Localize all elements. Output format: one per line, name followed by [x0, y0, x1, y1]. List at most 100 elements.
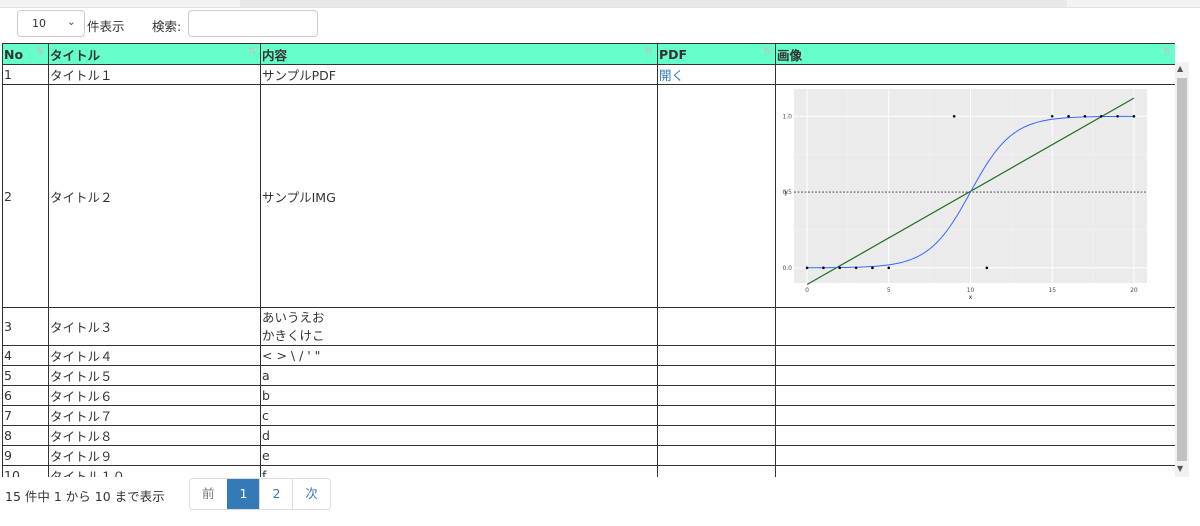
cell-title: タイトル１０	[48, 465, 261, 477]
column-header-pdf[interactable]: PDF ⇅	[657, 43, 776, 65]
top-strip-bar	[240, 0, 1067, 7]
scrollbar-thumb[interactable]	[1177, 78, 1187, 461]
table-row: 1 タイトル１ サンプルPDF 開く	[2, 64, 1175, 85]
cell-title: タイトル７	[48, 405, 261, 426]
x-axis-label: x	[969, 293, 973, 301]
cell-content: f	[260, 465, 658, 477]
sort-arrows-icon: ⇅	[644, 46, 654, 57]
cell-title: タイトル２	[48, 84, 261, 308]
cell-pdf	[657, 365, 776, 386]
cell-pdf	[657, 405, 776, 426]
column-header-label: 内容	[262, 47, 288, 63]
cell-title: タイトル５	[48, 365, 261, 386]
prev-page-button[interactable]: 前	[190, 479, 227, 509]
data-point	[871, 266, 874, 270]
y-tick-label: 1.0	[782, 113, 792, 120]
data-point	[887, 266, 891, 270]
column-header-label: タイトル	[50, 47, 101, 63]
page-length-label: 件表示	[87, 19, 125, 34]
cell-no: 4	[2, 345, 49, 366]
page-button-2[interactable]: 2	[259, 479, 293, 509]
cell-pdf: 開く	[657, 64, 776, 85]
cell-image: 0 5 10 15 20 0.0 0.5 1.0 x y	[775, 84, 1175, 308]
data-table: No ⇅ タイトル ⇅ 内容 ⇅ PDF ⇅ 画像 ⇅ 1 タイトル１ サンプルPDF 開…	[2, 43, 1175, 477]
cell-title: タイトル８	[48, 425, 261, 446]
content-line: あいうえお	[262, 309, 325, 325]
data-point	[854, 266, 858, 270]
cell-no: 3	[2, 307, 49, 346]
cell-content: < > \ / ' "	[260, 345, 658, 366]
cell-pdf	[657, 445, 776, 466]
data-point	[1099, 114, 1103, 118]
cell-pdf	[657, 84, 776, 308]
next-page-button[interactable]: 次	[292, 479, 330, 509]
sort-arrows-icon: ⇅	[1162, 46, 1172, 57]
scroll-up-arrow-icon[interactable]: ▲	[1177, 64, 1183, 73]
table-row: 9 タイトル９ e	[2, 445, 1175, 466]
data-point	[1132, 114, 1136, 118]
cell-no: 5	[2, 365, 49, 386]
cell-pdf	[657, 307, 776, 346]
data-table-container: No ⇅ タイトル ⇅ 内容 ⇅ PDF ⇅ 画像 ⇅ 1 タイトル１ サンプルPDF 開…	[2, 43, 1175, 477]
search-input[interactable]	[188, 10, 318, 37]
column-header-label: 画像	[777, 47, 803, 63]
cell-image	[775, 465, 1175, 477]
search-label: 検索:	[152, 19, 182, 34]
cell-content: c	[260, 405, 658, 426]
cell-image	[775, 385, 1175, 406]
y-tick-label: 0.0	[782, 265, 792, 272]
data-point	[1067, 114, 1070, 118]
cell-no: 6	[2, 385, 49, 406]
cell-title: タイトル９	[48, 445, 261, 466]
page-button-1[interactable]: 1	[226, 479, 260, 509]
data-point	[822, 266, 825, 270]
column-header-content[interactable]: 内容 ⇅	[260, 43, 658, 65]
x-tick-label: 5	[887, 287, 891, 294]
x-tick-label: 15	[1048, 287, 1056, 294]
cell-no: 8	[2, 425, 49, 446]
cell-no: 1	[2, 64, 49, 85]
cell-image	[775, 345, 1175, 366]
cell-image	[775, 405, 1175, 426]
page-length-select[interactable]: 10 ⌄	[17, 10, 85, 37]
table-row: 3 タイトル３ あいうえお かきくけこ	[2, 307, 1175, 346]
cell-content: サンプルPDF	[260, 64, 658, 85]
column-header-image[interactable]: 画像 ⇅	[775, 43, 1175, 65]
browser-top-strip	[0, 0, 1200, 8]
cell-no: 9	[2, 445, 49, 466]
column-header-label: No	[4, 46, 24, 62]
data-point	[952, 114, 956, 118]
table-scrollbar[interactable]: ▲ ▼	[1175, 62, 1189, 477]
table-row: 2 タイトル２ サンプルIMG 0 5 10 15 20 0.0 0.5 1.0 x y	[2, 84, 1175, 308]
cell-pdf	[657, 465, 776, 477]
data-point	[985, 266, 989, 270]
table-row: 5 タイトル５ a	[2, 365, 1175, 386]
cell-image	[775, 64, 1175, 85]
cell-content: a	[260, 365, 658, 386]
table-info: 15 件中 1 から 10 まで表示	[5, 489, 165, 504]
cell-image	[775, 425, 1175, 446]
data-point	[838, 266, 842, 270]
column-header-title[interactable]: タイトル ⇅	[48, 43, 261, 65]
y-axis-label: y	[784, 188, 788, 196]
cell-title: タイトル１	[48, 64, 261, 85]
chevron-down-icon: ⌄	[66, 15, 76, 28]
x-tick-label: 20	[1130, 287, 1138, 294]
cell-pdf	[657, 345, 776, 366]
table-row: 4 タイトル４ < > \ / ' "	[2, 345, 1175, 366]
logistic-regression-plot: 0 5 10 15 200.00.51.0xy	[782, 89, 1147, 301]
cell-content: e	[260, 445, 658, 466]
cell-no: 10	[2, 465, 49, 477]
column-header-label: PDF	[659, 46, 688, 62]
table-row: 6 タイトル６ b	[2, 385, 1175, 406]
cell-pdf	[657, 425, 776, 446]
cell-image	[775, 365, 1175, 386]
data-point	[1116, 114, 1119, 118]
cell-title: タイトル４	[48, 345, 261, 366]
column-header-no[interactable]: No ⇅	[2, 43, 49, 65]
cell-image	[775, 307, 1175, 346]
table-controls: 10 ⌄ 件表示 検索:	[0, 9, 1200, 41]
x-tick-label: 0	[805, 287, 809, 294]
open-pdf-link[interactable]: 開く	[659, 68, 684, 83]
scroll-down-arrow-icon[interactable]: ▼	[1177, 464, 1183, 473]
